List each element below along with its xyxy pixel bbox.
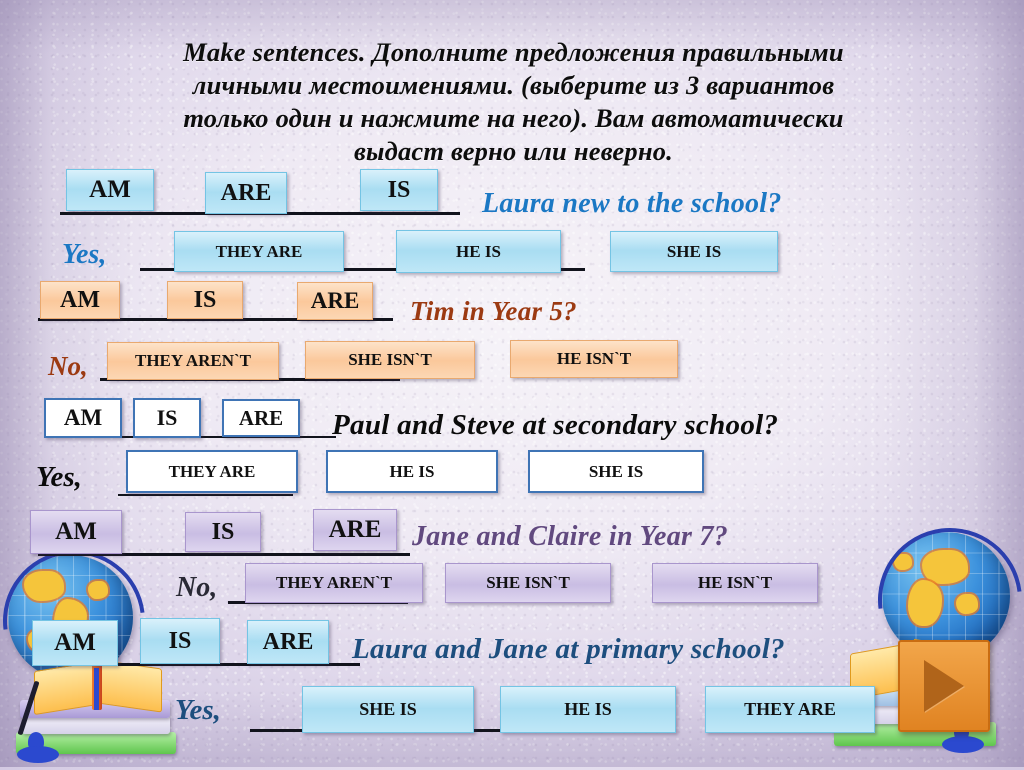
exercise-5-question: Laura and Jane at primary school? (352, 633, 785, 665)
next-slide-button[interactable] (898, 640, 990, 732)
exercise-5-answer-option-she-is[interactable]: SHE IS (302, 686, 474, 733)
exercise-5: AM IS ARE Laura and Jane at primary scho… (0, 0, 1024, 767)
exercise-5-verb-option-is[interactable]: IS (140, 618, 220, 664)
exercise-5-verb-option-am[interactable]: AM (32, 620, 118, 666)
exercise-5-answer-option-they-are[interactable]: THEY ARE (705, 686, 875, 733)
play-triangle-icon (924, 660, 964, 712)
exercise-5-answer-option-he-is[interactable]: HE IS (500, 686, 676, 733)
exercise-5-lead: Yes, (175, 694, 221, 726)
exercise-5-verb-option-are[interactable]: ARE (247, 620, 329, 664)
